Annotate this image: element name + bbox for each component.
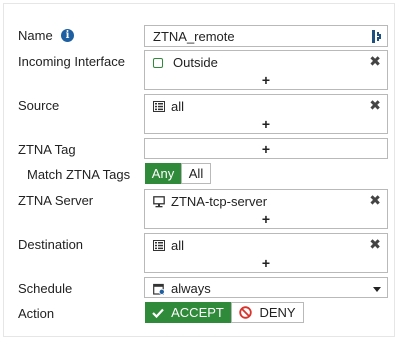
schedule-selected: always: [153, 281, 211, 296]
check-icon: [152, 308, 164, 318]
accept-button[interactable]: ACCEPT: [145, 302, 231, 323]
schedule-calendar-icon: [153, 283, 165, 295]
source-field[interactable]: all ✖ +: [144, 94, 388, 134]
incoming-interface-label: Incoming Interface: [18, 54, 125, 69]
ztna-server-entry[interactable]: ZTNA-tcp-server: [153, 194, 267, 209]
destination-field[interactable]: all ✖ +: [144, 233, 388, 273]
schedule-value: always: [171, 281, 211, 296]
field-picker-icon[interactable]: [372, 30, 381, 43]
info-icon[interactable]: i: [61, 29, 74, 42]
add-ztna-tag-button[interactable]: +: [145, 141, 387, 157]
name-label: Name: [18, 28, 53, 43]
remove-ztna-server-icon[interactable]: ✖: [369, 192, 381, 209]
add-incoming-interface-button[interactable]: +: [145, 72, 387, 88]
ztna-server-label: ZTNA Server: [18, 193, 94, 208]
server-monitor-icon: [153, 195, 165, 207]
interface-square-icon: [153, 57, 163, 68]
incoming-interface-entry[interactable]: Outside: [153, 55, 218, 70]
add-destination-button[interactable]: +: [145, 255, 387, 271]
incoming-interface-entry-label: Outside: [173, 55, 218, 70]
destination-entry[interactable]: all: [153, 238, 184, 253]
name-input[interactable]: ZTNA_remote: [144, 25, 388, 47]
match-any-toggle[interactable]: Any: [145, 163, 181, 184]
remove-incoming-interface-icon[interactable]: ✖: [369, 53, 381, 70]
source-label: Source: [18, 98, 60, 113]
action-label: Action: [18, 306, 55, 321]
ztna-tag-field[interactable]: +: [144, 138, 388, 159]
incoming-interface-field[interactable]: Outside ✖ +: [144, 50, 388, 90]
ztna-tag-label: ZTNA Tag: [18, 142, 76, 157]
match-ztna-tags-label: Match ZTNA Tags: [27, 167, 131, 182]
match-all-toggle[interactable]: All: [181, 163, 211, 184]
schedule-label: Schedule: [18, 281, 73, 296]
address-list-icon: [153, 240, 165, 251]
destination-entry-label: all: [171, 238, 185, 253]
deny-button[interactable]: DENY: [231, 302, 304, 323]
destination-label: Destination: [18, 237, 84, 252]
source-entry[interactable]: all: [153, 99, 184, 114]
deny-label: DENY: [259, 305, 296, 320]
deny-icon: [239, 306, 253, 319]
source-entry-label: all: [171, 99, 185, 114]
remove-source-icon[interactable]: ✖: [369, 97, 381, 114]
ztna-server-entry-label: ZTNA-tcp-server: [171, 194, 268, 209]
address-list-icon: [153, 101, 165, 112]
chevron-down-icon[interactable]: [373, 287, 381, 292]
name-input-value: ZTNA_remote: [153, 29, 235, 44]
ztna-server-field[interactable]: ZTNA-tcp-server ✖ +: [144, 189, 388, 229]
add-source-button[interactable]: +: [145, 116, 387, 132]
add-ztna-server-button[interactable]: +: [145, 211, 387, 227]
accept-label: ACCEPT: [171, 305, 224, 320]
schedule-select[interactable]: always: [144, 277, 388, 298]
remove-destination-icon[interactable]: ✖: [369, 236, 381, 253]
